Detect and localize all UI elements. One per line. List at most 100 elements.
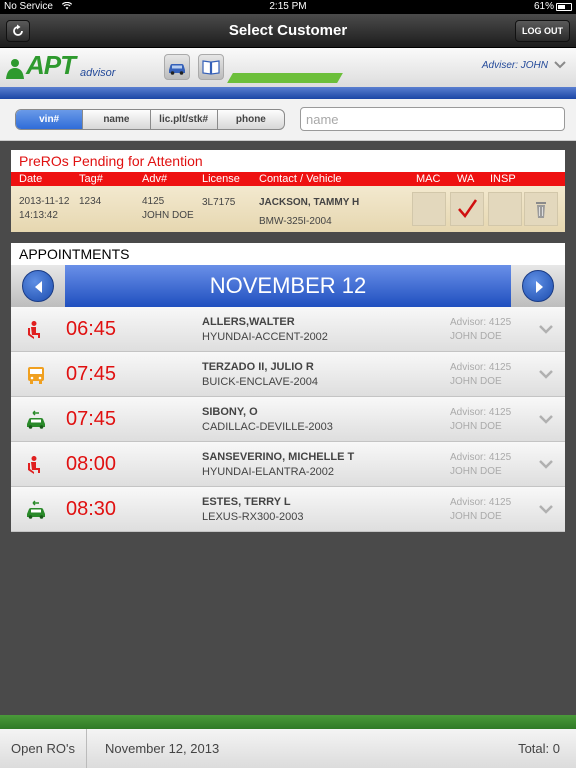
adviser-label[interactable]: Adviser: JOHN — [482, 60, 548, 71]
advisor-number: Advisor: 4125 — [450, 452, 512, 463]
customer-vehicle: HYUNDAI-ACCENT-2002 — [202, 331, 328, 343]
advisor-name: JOHN DOE — [450, 466, 502, 477]
customer-vehicle: BUICK-ENCLAVE-2004 — [202, 376, 318, 388]
prero-adv-no: 4125 — [142, 196, 165, 207]
appointment-row[interactable]: 08:00 SANSEVERINO, MICHELLE T HYUNDAI-EL… — [11, 442, 565, 487]
prero-date: 2013-11-12 — [19, 196, 70, 207]
appointment-time: 08:00 — [66, 453, 117, 475]
arrow-right-icon — [536, 281, 543, 293]
search-type-segmented-control: vin# name lic.plt/stk# phone — [15, 109, 285, 130]
header-divider — [0, 87, 576, 99]
logo-person-icon — [6, 59, 24, 79]
appointment-list: 06:45 ALLERS,WALTER HYUNDAI-ACCENT-2002 … — [11, 307, 565, 532]
prero-row[interactable]: 2013-11-12 14:13:42 1234 4125 JOHN DOE 3… — [11, 186, 565, 232]
status-bar: No Service 2:15 PM 61% — [0, 0, 576, 14]
chevron-down-icon[interactable] — [554, 61, 566, 69]
preros-title: PreROs Pending for Attention — [19, 153, 203, 169]
battery-percent: 61% — [533, 1, 554, 12]
col-date: Date — [19, 173, 43, 185]
logo-text: APT — [26, 50, 76, 80]
nav-bar: Select Customer LOG OUT — [0, 14, 576, 48]
prero-license: 3L7175 — [202, 197, 236, 208]
date-selector: NOVEMBER 12 — [11, 265, 565, 307]
checkmark-icon — [458, 199, 478, 219]
open-ros-button[interactable]: Open RO's — [0, 729, 87, 768]
appointments-date: NOVEMBER 12 — [209, 273, 367, 298]
col-adv: Adv# — [142, 173, 168, 185]
advisor-name: JOHN DOE — [450, 376, 502, 387]
appointment-row[interactable]: 07:45 SIBONY, O CADILLAC-DEVILLE-2003 Ad… — [11, 397, 565, 442]
customer-name: SANSEVERINO, MICHELLE T — [202, 451, 355, 463]
battery-icon — [556, 3, 572, 11]
car-icon — [169, 64, 185, 75]
advisor-name: JOHN DOE — [450, 511, 502, 522]
appointment-time: 08:30 — [66, 498, 117, 520]
chevron-down-icon[interactable] — [539, 504, 553, 514]
advisor-name: JOHN DOE — [450, 421, 502, 432]
appointments-panel: APPOINTMENTS NOVEMBER 12 06:45 ALLERS,WA… — [11, 243, 565, 532]
logo-subtitle: advisor — [80, 67, 116, 79]
advisor-number: Advisor: 4125 — [450, 497, 512, 508]
header-decoration — [227, 73, 343, 83]
drop-off-car-icon — [25, 410, 47, 430]
advisor-name: JOHN DOE — [450, 331, 502, 342]
chevron-down-icon[interactable] — [539, 459, 553, 469]
waiting-person-icon — [25, 455, 47, 475]
search-area: vin# name lic.plt/stk# phone — [0, 99, 576, 141]
clock: 2:15 PM — [269, 1, 307, 12]
appointment-row[interactable]: 07:45 TERZADO II, JULIO R BUICK-ENCLAVE-… — [11, 352, 565, 397]
search-input[interactable] — [300, 107, 565, 131]
col-tag: Tag# — [79, 173, 103, 185]
chevron-down-icon[interactable] — [539, 414, 553, 424]
footer-divider — [0, 715, 576, 729]
manual-button[interactable] — [198, 54, 224, 80]
prero-tag: 1234 — [79, 196, 102, 207]
mac-checkbox[interactable] — [412, 192, 446, 226]
appointment-row[interactable]: 06:45 ALLERS,WALTER HYUNDAI-ACCENT-2002 … — [11, 307, 565, 352]
col-contact-vehicle: Contact / Vehicle — [259, 173, 342, 185]
prero-vehicle: BMW-325I-2004 — [259, 216, 332, 227]
customer-vehicle: CADILLAC-DEVILLE-2003 — [202, 421, 333, 433]
preros-header-row: Date Tag# Adv# License Contact / Vehicle… — [11, 172, 565, 186]
appointments-title: APPOINTMENTS — [19, 246, 130, 262]
customer-name: SIBONY, O — [202, 406, 258, 418]
waiting-person-icon — [25, 320, 47, 340]
customer-vehicle: HYUNDAI-ELANTRA-2002 — [202, 466, 335, 478]
tab-name[interactable]: name — [83, 110, 151, 129]
appointment-time: 07:45 — [66, 408, 117, 430]
logout-button[interactable]: LOG OUT — [515, 20, 570, 42]
trash-icon — [536, 202, 546, 218]
col-mac: MAC — [416, 173, 441, 185]
insp-checkbox[interactable] — [488, 192, 522, 226]
footer-total: Total: 0 — [518, 741, 560, 756]
footer-bar: Open RO's November 12, 2013 Total: 0 — [0, 729, 576, 768]
advisor-number: Advisor: 4125 — [450, 407, 512, 418]
wa-checkbox[interactable] — [450, 192, 484, 226]
tab-phone[interactable]: phone — [218, 110, 284, 129]
shuttle-bus-icon — [25, 365, 47, 385]
preros-panel: PreROs Pending for Attention Date Tag# A… — [11, 150, 565, 232]
customer-name: TERZADO II, JULIO R — [202, 361, 314, 373]
book-icon — [202, 60, 220, 75]
chevron-down-icon[interactable] — [539, 369, 553, 379]
prev-day-button[interactable] — [11, 265, 65, 307]
tab-vin[interactable]: vin# — [16, 110, 84, 129]
advisor-number: Advisor: 4125 — [450, 362, 512, 373]
delete-button[interactable] — [524, 192, 558, 226]
appointment-row[interactable]: 08:30 ESTES, TERRY L LEXUS-RX300-2003 Ad… — [11, 487, 565, 532]
prero-contact: JACKSON, TAMMY H — [259, 197, 360, 208]
app-logo: APT advisor — [2, 50, 132, 82]
vehicle-button[interactable] — [164, 54, 190, 80]
app-header: APT advisor Adviser: JOHN — [0, 48, 576, 88]
col-insp: INSP — [490, 173, 516, 185]
next-day-button[interactable] — [511, 265, 565, 307]
prero-time: 14:13:42 — [19, 210, 58, 221]
tab-license-plate[interactable]: lic.plt/stk# — [151, 110, 218, 129]
customer-name: ALLERS,WALTER — [202, 316, 295, 328]
appointment-time: 07:45 — [66, 363, 117, 385]
prero-adv-name: JOHN DOE — [142, 210, 194, 221]
advisor-number: Advisor: 4125 — [450, 317, 512, 328]
footer-date: November 12, 2013 — [105, 741, 220, 756]
page-title: Select Customer — [228, 22, 348, 39]
chevron-down-icon[interactable] — [539, 324, 553, 334]
